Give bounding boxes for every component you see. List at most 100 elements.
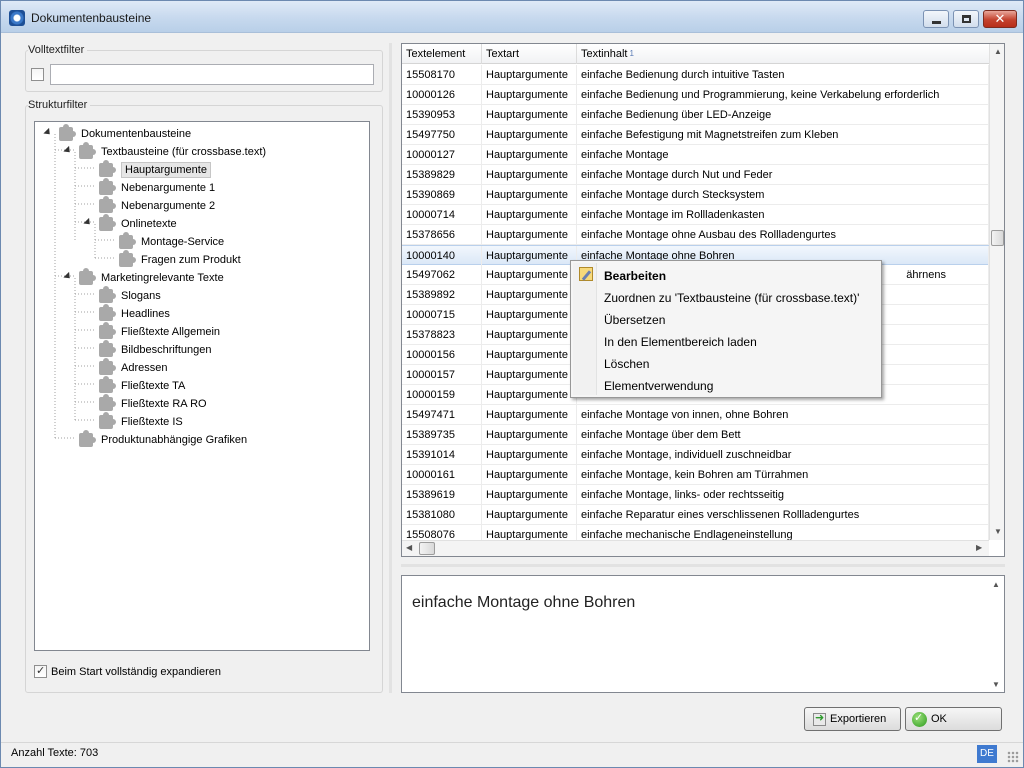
volltextfilter-checkbox[interactable]	[31, 68, 44, 81]
menu-item-elementbereich-laden[interactable]: In den Elementbereich laden	[574, 330, 878, 352]
table-row[interactable]: 15378656 Hauptargumente einfache Montage o…	[402, 225, 989, 245]
app-logo-icon	[9, 10, 25, 26]
puzzle-piece-icon	[99, 376, 116, 393]
table-row[interactable]: 15390953 Hauptargumente einfache Bedienung…	[402, 105, 989, 125]
minimize-button[interactable]	[923, 10, 949, 28]
scroll-left-arrow-icon[interactable]: ◀	[406, 543, 412, 552]
scroll-down-arrow-icon[interactable]: ▼	[994, 527, 1002, 536]
table-cell: Hauptargumente	[482, 345, 577, 365]
table-cell: einfache Montage ohne Ausbau des Rolllad…	[577, 225, 989, 245]
menu-item-zuordnen[interactable]: Zuordnen zu 'Textbausteine (für crossbas…	[574, 286, 878, 308]
table-row[interactable]: 15497471 Hauptargumente einfache Montage v…	[402, 405, 989, 425]
tree-node[interactable]: Produktunabhängige Grafiken	[35, 430, 365, 449]
preview-scroll-up-icon[interactable]: ▲	[992, 580, 1000, 589]
tree-node[interactable]: Nebenargumente 1	[35, 178, 365, 197]
table-cell: 10000715	[402, 305, 482, 325]
column-header-textart[interactable]: Textart	[482, 44, 577, 64]
menu-item-loeschen[interactable]: Löschen	[574, 352, 878, 374]
tree-node[interactable]: Marketingrelevante Texte	[35, 268, 365, 287]
tree-node-label: Fließtexte RA RO	[121, 398, 207, 410]
puzzle-piece-icon	[99, 394, 116, 411]
tree-node[interactable]: Headlines	[35, 304, 365, 323]
tree-node-label: Dokumentenbausteine	[81, 128, 192, 140]
tree-node[interactable]: Hauptargumente	[35, 160, 365, 179]
menu-item-elementverwendung[interactable]: Elementverwendung	[574, 374, 878, 396]
dialog-window: Dokumentenbausteine ✕ Volltextfilter Str…	[0, 0, 1024, 768]
vertical-splitter[interactable]	[389, 43, 392, 693]
menu-item-bearbeiten[interactable]: Bearbeiten	[574, 264, 878, 286]
tree-node-label: Bildbeschriftungen	[121, 344, 212, 356]
tree-node[interactable]: Fließtexte RA RO	[35, 394, 365, 413]
preview-text: einfache Montage ohne Bohren	[412, 594, 636, 611]
close-button[interactable]: ✕	[983, 10, 1017, 28]
table-cell: Hauptargumente	[482, 405, 577, 425]
minimize-icon	[932, 21, 941, 24]
ok-button[interactable]: OK	[905, 707, 1002, 731]
tree-node[interactable]: Onlinetexte	[35, 214, 365, 233]
expand-on-start-checkbox[interactable]	[34, 664, 47, 678]
table-cell: Hauptargumente	[482, 445, 577, 465]
table-row[interactable]: 15391014 Hauptargumente einfache Montage, …	[402, 445, 989, 465]
status-bar: Anzahl Texte: 703 DE	[1, 742, 1023, 767]
maximize-button[interactable]	[953, 10, 979, 28]
text-preview-pane[interactable]: einfache Montage ohne Bohren ▲ ▼	[401, 575, 1005, 693]
table-cell: Hauptargumente	[482, 165, 577, 185]
table-row[interactable]: 10000161 Hauptargumente einfache Montage, …	[402, 465, 989, 485]
tree-node[interactable]: Fließtexte Allgemein	[35, 322, 365, 341]
scroll-right-arrow-icon[interactable]: ▶	[976, 543, 982, 552]
preview-scroll-down-icon[interactable]: ▼	[992, 680, 1000, 689]
volltextfilter-input[interactable]	[50, 64, 374, 85]
horizontal-scroll-thumb[interactable]	[419, 542, 435, 555]
table-row[interactable]: 10000127 Hauptargumente einfache Montage	[402, 145, 989, 165]
tree-expand-arrow-icon[interactable]	[63, 145, 73, 156]
tree-expand-arrow-icon[interactable]	[83, 217, 93, 228]
table-row[interactable]: 15389829 Hauptargumente einfache Montage d…	[402, 165, 989, 185]
table-cell: einfache Montage über dem Bett	[577, 425, 989, 445]
table-row[interactable]: 15390869 Hauptargumente einfache Montage d…	[402, 185, 989, 205]
table-cell: Hauptargumente	[482, 505, 577, 525]
table-cell: Hauptargumente	[482, 425, 577, 445]
table-cell: einfache Montage von innen, ohne Bohren	[577, 405, 989, 425]
table-cell: 15389735	[402, 425, 482, 445]
table-horizontal-scrollbar[interactable]: ◀ ▶	[402, 540, 989, 556]
menu-item-uebersetzen[interactable]: Übersetzen	[574, 308, 878, 330]
tree-node[interactable]: Montage-Service	[35, 232, 365, 251]
table-row[interactable]: 15389619 Hauptargumente einfache Montage, …	[402, 485, 989, 505]
table-row[interactable]: 15389735 Hauptargumente einfache Montage ü…	[402, 425, 989, 445]
column-header-textelement[interactable]: Textelement	[402, 44, 482, 64]
table-cell: 10000714	[402, 205, 482, 225]
tree-node[interactable]: Textbausteine (für crossbase.text)	[35, 142, 365, 161]
tree-node[interactable]: Bildbeschriftungen	[35, 340, 365, 359]
table-cell: 15381080	[402, 505, 482, 525]
table-cell: Hauptargumente	[482, 85, 577, 105]
column-header-textinhalt[interactable]: Textinhalt 1	[577, 44, 989, 64]
resize-grip-icon[interactable]	[1007, 751, 1019, 763]
tree-node[interactable]: Nebenargumente 2	[35, 196, 365, 215]
language-badge[interactable]: DE	[977, 745, 997, 763]
tree-node-label: Fließtexte Allgemein	[121, 326, 221, 338]
title-bar[interactable]: Dokumentenbausteine ✕	[1, 1, 1023, 33]
horizontal-splitter[interactable]	[401, 564, 1005, 567]
tree-expand-arrow-icon[interactable]	[63, 271, 73, 282]
tree-expand-arrow-icon[interactable]	[43, 127, 53, 138]
tree-node[interactable]: Fließtexte IS	[35, 412, 365, 431]
vertical-scroll-thumb[interactable]	[991, 230, 1004, 246]
window-title: Dokumentenbausteine	[31, 11, 152, 25]
structure-tree[interactable]: Dokumentenbausteine Textbausteine (für cr…	[34, 121, 370, 651]
table-row[interactable]: 10000126 Hauptargumente einfache Bedienung…	[402, 85, 989, 105]
table-cell: 15497471	[402, 405, 482, 425]
export-button[interactable]: Exportieren	[804, 707, 901, 731]
tree-node[interactable]: Dokumentenbausteine	[35, 124, 365, 143]
table-row[interactable]: 15508170 Hauptargumente einfache Bedienung…	[402, 65, 989, 85]
table-vertical-scrollbar[interactable]: ▲ ▼	[989, 44, 1004, 540]
tree-node[interactable]: Fließtexte TA	[35, 376, 365, 395]
table-row[interactable]: 10000714 Hauptargumente einfache Montage i…	[402, 205, 989, 225]
tree-node[interactable]: Fragen zum Produkt	[35, 250, 365, 269]
scroll-up-arrow-icon[interactable]: ▲	[994, 47, 1002, 56]
tree-node[interactable]: Adressen	[35, 358, 365, 377]
tree-node[interactable]: Slogans	[35, 286, 365, 305]
table-cell: 15508170	[402, 65, 482, 85]
table-row[interactable]: 15497750 Hauptargumente einfache Befestigu…	[402, 125, 989, 145]
table-cell: 15389619	[402, 485, 482, 505]
table-row[interactable]: 15381080 Hauptargumente einfache Reparatur…	[402, 505, 989, 525]
